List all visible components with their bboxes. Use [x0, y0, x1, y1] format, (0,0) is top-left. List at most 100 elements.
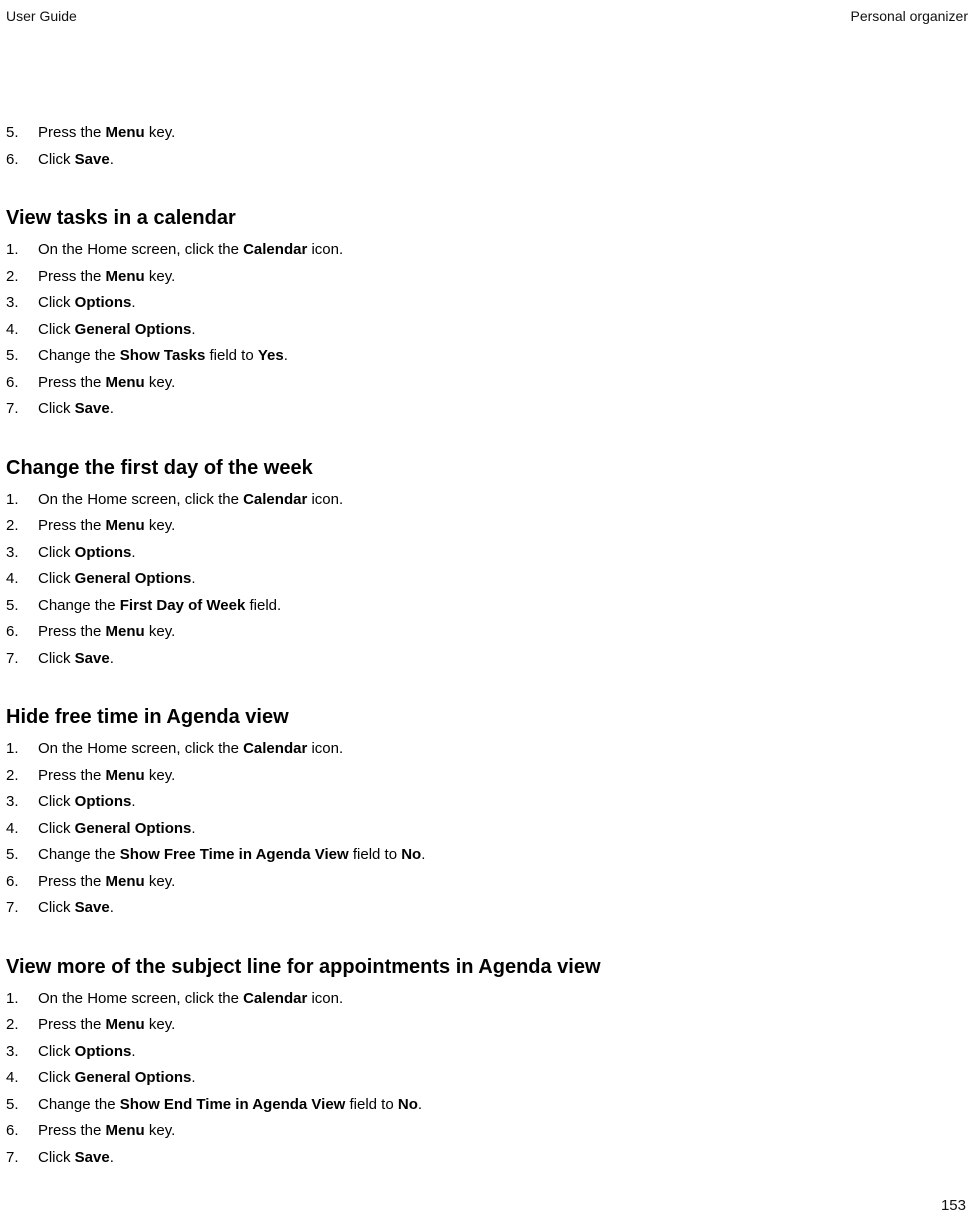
step-number: 3.	[6, 1041, 38, 1064]
step-text: Click General Options.	[38, 319, 968, 342]
step-number: 5.	[6, 1094, 38, 1117]
step-text: Press the Menu key.	[38, 871, 968, 894]
step-number: 3.	[6, 542, 38, 565]
list-item: 2.Press the Menu key.	[6, 515, 968, 538]
step-number: 4.	[6, 1067, 38, 1090]
step-text: Click Options.	[38, 542, 968, 565]
header-left: User Guide	[6, 8, 77, 24]
list-item: 5.Change the Show End Time in Agenda Vie…	[6, 1094, 968, 1117]
step-text: On the Home screen, click the Calendar i…	[38, 239, 968, 262]
section-title: View tasks in a calendar	[6, 203, 968, 233]
step-number: 6.	[6, 1120, 38, 1143]
list-item: 3.Click Options.	[6, 791, 968, 814]
page-header: User Guide Personal organizer	[6, 8, 968, 24]
step-number: 1.	[6, 738, 38, 761]
list-item: 6.Press the Menu key.	[6, 871, 968, 894]
list-item: 3.Click Options.	[6, 292, 968, 315]
list-item: 3.Click Options.	[6, 542, 968, 565]
section-title: View more of the subject line for appoin…	[6, 952, 968, 982]
step-number: 6.	[6, 149, 38, 172]
step-text: Click Options.	[38, 791, 968, 814]
list-item: 7.Click Save.	[6, 648, 968, 671]
step-number: 5.	[6, 122, 38, 145]
list-item: 6.Click Save.	[6, 149, 968, 172]
step-text: On the Home screen, click the Calendar i…	[38, 988, 968, 1011]
step-text: Press the Menu key.	[38, 372, 968, 395]
step-number: 2.	[6, 1014, 38, 1037]
step-text: Change the Show Tasks field to Yes.	[38, 345, 968, 368]
step-number: 7.	[6, 1147, 38, 1170]
step-text: Click General Options.	[38, 1067, 968, 1090]
list-item: 5.Press the Menu key.	[6, 122, 968, 145]
step-number: 1.	[6, 489, 38, 512]
list-item: 4.Click General Options.	[6, 1067, 968, 1090]
list-item: 1.On the Home screen, click the Calendar…	[6, 239, 968, 262]
step-text: Click General Options.	[38, 568, 968, 591]
step-list: 1.On the Home screen, click the Calendar…	[6, 988, 968, 1170]
page: User Guide Personal organizer 5.Press th…	[0, 0, 974, 1228]
step-number: 2.	[6, 515, 38, 538]
step-text: Click Save.	[38, 648, 968, 671]
step-text: Change the First Day of Week field.	[38, 595, 968, 618]
step-text: Press the Menu key.	[38, 515, 968, 538]
step-text: Click Options.	[38, 292, 968, 315]
step-number: 3.	[6, 791, 38, 814]
step-number: 5.	[6, 595, 38, 618]
list-item: 5.Change the Show Tasks field to Yes.	[6, 345, 968, 368]
step-list: 1.On the Home screen, click the Calendar…	[6, 239, 968, 421]
step-number: 4.	[6, 319, 38, 342]
step-text: Press the Menu key.	[38, 122, 968, 145]
list-item: 6.Press the Menu key.	[6, 372, 968, 395]
list-item: 1.On the Home screen, click the Calendar…	[6, 489, 968, 512]
step-text: Click General Options.	[38, 818, 968, 841]
step-text: Change the Show End Time in Agenda View …	[38, 1094, 968, 1117]
step-text: Click Save.	[38, 149, 968, 172]
section-title: Change the first day of the week	[6, 453, 968, 483]
list-item: 1.On the Home screen, click the Calendar…	[6, 738, 968, 761]
list-item: 7.Click Save.	[6, 398, 968, 421]
step-text: Click Save.	[38, 398, 968, 421]
step-text: Change the Show Free Time in Agenda View…	[38, 844, 968, 867]
step-text: Press the Menu key.	[38, 266, 968, 289]
step-number: 1.	[6, 239, 38, 262]
step-number: 5.	[6, 844, 38, 867]
list-item: 5.Change the First Day of Week field.	[6, 595, 968, 618]
step-number: 4.	[6, 568, 38, 591]
step-text: Press the Menu key.	[38, 1120, 968, 1143]
list-item: 4.Click General Options.	[6, 568, 968, 591]
step-text: Click Options.	[38, 1041, 968, 1064]
list-item: 6.Press the Menu key.	[6, 1120, 968, 1143]
step-number: 1.	[6, 988, 38, 1011]
list-item: 3.Click Options.	[6, 1041, 968, 1064]
list-item: 4.Click General Options.	[6, 319, 968, 342]
step-text: On the Home screen, click the Calendar i…	[38, 738, 968, 761]
step-number: 4.	[6, 818, 38, 841]
step-number: 2.	[6, 266, 38, 289]
list-item: 6.Press the Menu key.	[6, 621, 968, 644]
step-number: 7.	[6, 398, 38, 421]
step-number: 7.	[6, 897, 38, 920]
step-list: 1.On the Home screen, click the Calendar…	[6, 738, 968, 920]
list-item: 4.Click General Options.	[6, 818, 968, 841]
step-text: Press the Menu key.	[38, 765, 968, 788]
step-text: Press the Menu key.	[38, 1014, 968, 1037]
step-list: 1.On the Home screen, click the Calendar…	[6, 489, 968, 671]
list-item: 1.On the Home screen, click the Calendar…	[6, 988, 968, 1011]
page-number: 153	[941, 1197, 966, 1214]
header-right: Personal organizer	[850, 8, 968, 24]
list-item: 2.Press the Menu key.	[6, 1014, 968, 1037]
step-number: 6.	[6, 372, 38, 395]
step-text: On the Home screen, click the Calendar i…	[38, 489, 968, 512]
intro-steps: 5.Press the Menu key.6.Click Save.	[6, 122, 968, 171]
step-number: 6.	[6, 621, 38, 644]
step-number: 6.	[6, 871, 38, 894]
step-number: 2.	[6, 765, 38, 788]
step-text: Click Save.	[38, 897, 968, 920]
list-item: 2.Press the Menu key.	[6, 765, 968, 788]
step-text: Press the Menu key.	[38, 621, 968, 644]
list-item: 2.Press the Menu key.	[6, 266, 968, 289]
list-item: 7.Click Save.	[6, 1147, 968, 1170]
step-text: Click Save.	[38, 1147, 968, 1170]
step-number: 7.	[6, 648, 38, 671]
list-item: 7.Click Save.	[6, 897, 968, 920]
